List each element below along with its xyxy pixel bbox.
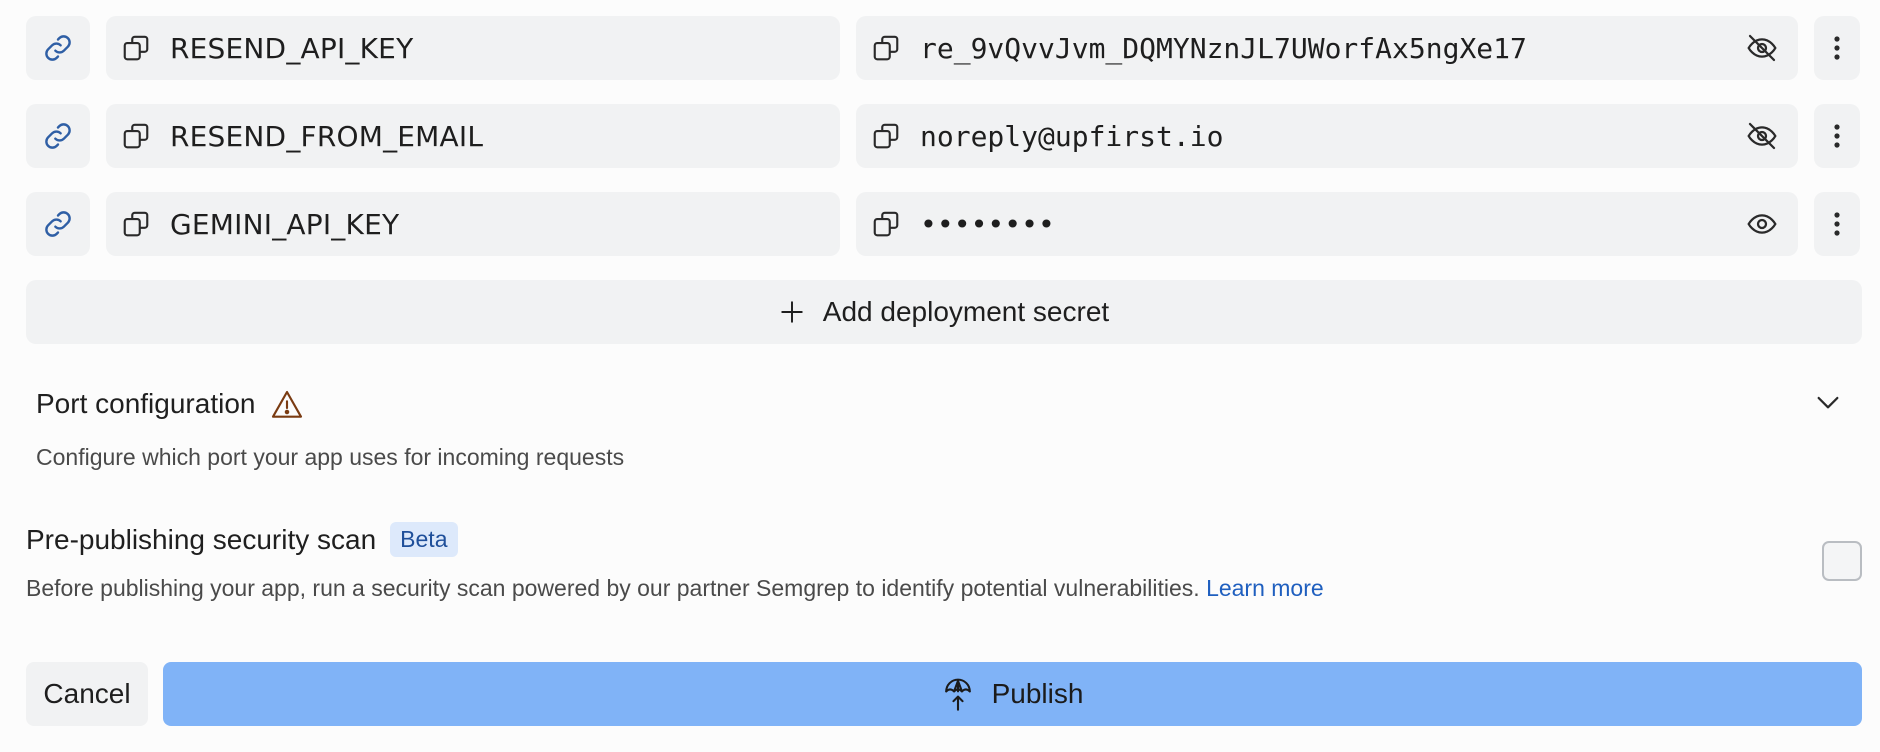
link-secret-button[interactable] (26, 16, 90, 80)
publish-button[interactable]: Publish (163, 662, 1862, 726)
publish-icon (944, 678, 971, 711)
publish-label: Publish (991, 678, 1084, 709)
link-secret-button[interactable] (26, 104, 90, 168)
secret-value-field[interactable]: noreply@upfirst.io (856, 104, 1798, 168)
port-config-header[interactable]: Port configuration (36, 388, 303, 420)
port-config-description: Configure which port your app uses for i… (36, 444, 625, 470)
link-secret-button[interactable] (26, 192, 90, 256)
secret-name: RESEND_FROM_EMAIL (170, 119, 484, 153)
security-scan-description-row: Before publishing your app, run a securi… (26, 575, 1324, 602)
eye-off-icon[interactable] (1746, 120, 1778, 152)
secret-value-masked: •••••••• (920, 207, 1055, 241)
secret-name-field[interactable]: GEMINI_API_KEY (106, 192, 840, 256)
more-options-button[interactable] (1814, 16, 1860, 80)
security-scan-header: Pre-publishing security scan Beta (26, 522, 458, 557)
plus-icon (781, 301, 803, 323)
secret-name: RESEND_API_KEY (170, 31, 414, 65)
more-vertical-icon (1834, 36, 1840, 60)
copy-icon[interactable] (870, 208, 902, 240)
port-config-title: Port configuration (36, 388, 256, 419)
cancel-label: Cancel (43, 678, 131, 709)
warning-icon (272, 390, 303, 418)
secret-value: re_9vQvvJvm_DQMYNznJL7UWorfAx5ngXe17 (920, 31, 1527, 65)
copy-icon[interactable] (870, 120, 902, 152)
secret-name-field[interactable]: RESEND_FROM_EMAIL (106, 104, 840, 168)
more-options-button[interactable] (1814, 104, 1860, 168)
security-scan-description: Before publishing your app, run a securi… (26, 575, 1200, 601)
copy-icon[interactable] (120, 120, 152, 152)
secret-value-field[interactable]: •••••••• (856, 192, 1798, 256)
eye-off-icon[interactable] (1746, 32, 1778, 64)
copy-icon[interactable] (120, 208, 152, 240)
secret-name-field[interactable]: RESEND_API_KEY (106, 16, 840, 80)
more-vertical-icon (1834, 124, 1840, 148)
security-scan-title: Pre-publishing security scan (26, 523, 377, 555)
eye-icon[interactable] (1746, 208, 1778, 240)
copy-icon[interactable] (870, 32, 902, 64)
link-icon (45, 123, 71, 149)
secret-value: noreply@upfirst.io (920, 119, 1224, 153)
more-vertical-icon (1834, 212, 1840, 236)
security-scan-checkbox[interactable] (1822, 541, 1862, 581)
add-secret-label: Add deployment secret (822, 296, 1110, 327)
chevron-down-icon[interactable] (1812, 386, 1844, 423)
link-icon (45, 211, 71, 237)
link-icon (45, 35, 71, 61)
cancel-button[interactable]: Cancel (26, 662, 148, 726)
beta-badge: Beta (390, 522, 458, 557)
secret-name: GEMINI_API_KEY (170, 207, 400, 241)
more-options-button[interactable] (1814, 192, 1860, 256)
secret-value-field[interactable]: re_9vQvvJvm_DQMYNznJL7UWorfAx5ngXe17 (856, 16, 1798, 80)
copy-icon[interactable] (120, 32, 152, 64)
learn-more-link[interactable]: Learn more (1206, 575, 1324, 601)
add-deployment-secret-button[interactable]: Add deployment secret (26, 280, 1862, 344)
